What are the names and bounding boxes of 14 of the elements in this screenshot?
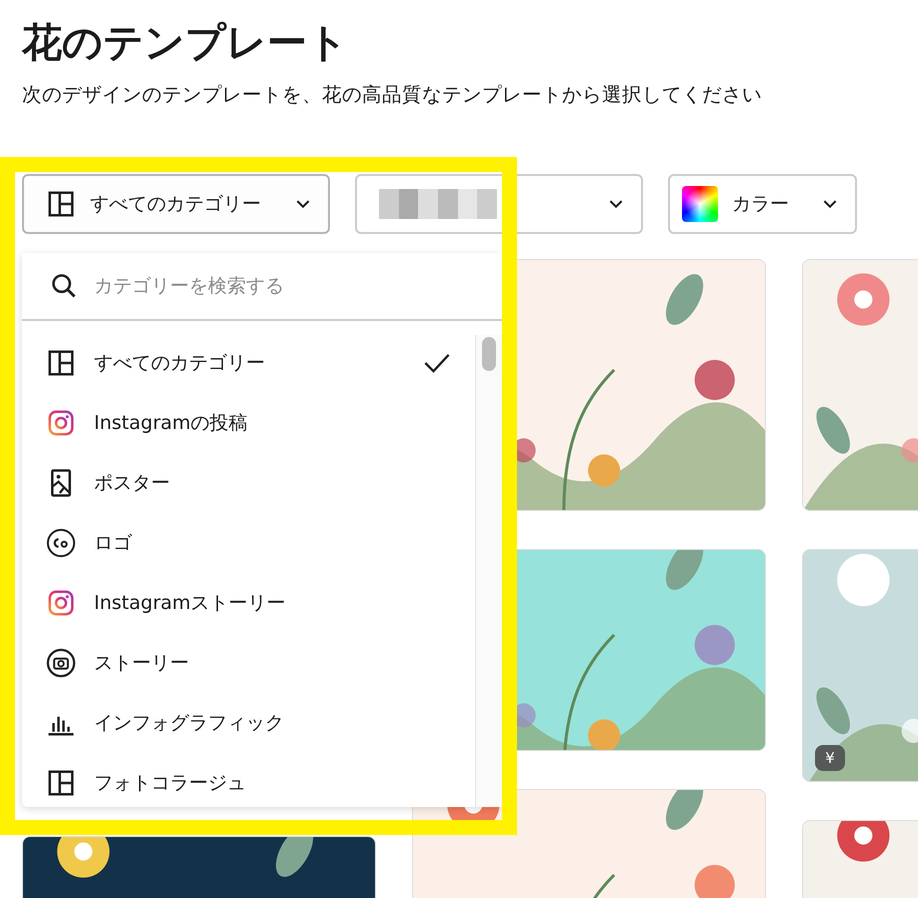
category-item[interactable]: Instagramストーリー	[22, 573, 475, 633]
category-filter-button[interactable]: すべてのカテゴリー	[22, 174, 330, 234]
category-item[interactable]: インフォグラフィック	[22, 693, 475, 753]
page-title: 花のテンプレート	[20, 19, 349, 68]
category-item[interactable]: ポスター	[22, 453, 475, 513]
category-item[interactable]: ロゴ	[22, 513, 475, 573]
premium-badge: ¥	[815, 745, 845, 771]
category-item[interactable]: Instagramの投稿	[22, 393, 475, 453]
color-filter-button[interactable]: カラー	[668, 174, 857, 234]
search-field[interactable]: カテゴリーを検索する	[92, 274, 456, 298]
page-subtitle: 次のデザインのテンプレートを、花の高品質なテンプレートから選択してください	[22, 82, 763, 108]
category-item[interactable]: ストーリー	[22, 633, 475, 693]
category-item[interactable]: フォトコラージュ	[22, 753, 475, 813]
template-card[interactable]: ¥	[802, 549, 918, 782]
